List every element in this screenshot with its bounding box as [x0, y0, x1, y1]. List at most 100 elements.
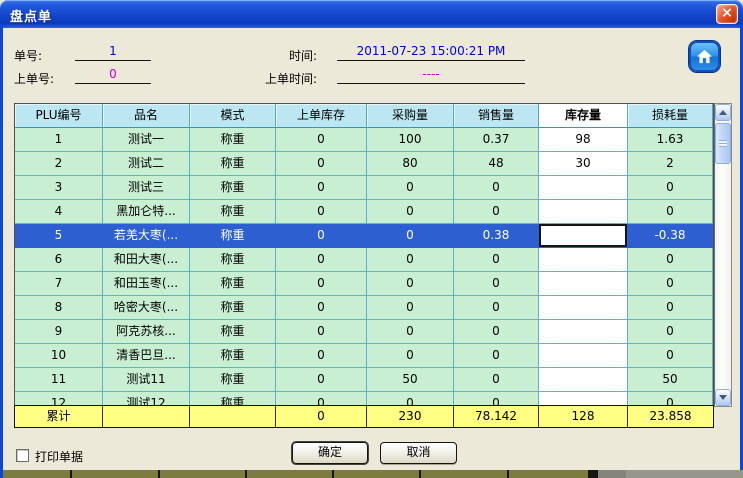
- table-cell[interactable]: 0: [454, 368, 539, 392]
- print-receipt-checkbox[interactable]: [16, 449, 29, 462]
- table-cell[interactable]: 0: [367, 320, 454, 344]
- table-cell[interactable]: 0: [628, 248, 713, 272]
- table-cell[interactable]: 4: [15, 200, 103, 224]
- table-cell[interactable]: 0: [628, 320, 713, 344]
- table-cell[interactable]: 0: [276, 272, 367, 296]
- table-cell[interactable]: [539, 296, 628, 320]
- column-header-1[interactable]: PLU编号: [15, 104, 103, 128]
- table-cell[interactable]: 0: [367, 224, 454, 248]
- table-cell[interactable]: 0: [276, 248, 367, 272]
- column-header-2[interactable]: 品名: [103, 104, 190, 128]
- table-cell[interactable]: [539, 272, 628, 296]
- table-cell[interactable]: 0: [454, 248, 539, 272]
- close-button[interactable]: ×: [716, 4, 738, 24]
- table-cell[interactable]: 9: [15, 320, 103, 344]
- cancel-button[interactable]: 取消: [380, 442, 457, 464]
- table-cell[interactable]: 30: [539, 152, 628, 176]
- table-row-11[interactable]: 11测试11称重050050: [15, 368, 713, 392]
- prev-order-no-field[interactable]: 0: [75, 66, 151, 84]
- table-cell[interactable]: 0.37: [454, 128, 539, 152]
- table-cell[interactable]: 11: [15, 368, 103, 392]
- table-cell[interactable]: 0: [454, 296, 539, 320]
- table-cell[interactable]: 0: [628, 176, 713, 200]
- table-cell[interactable]: 称重: [190, 368, 276, 392]
- table-cell[interactable]: 2: [628, 152, 713, 176]
- table-cell[interactable]: [539, 344, 628, 368]
- prev-time-field[interactable]: ----: [337, 66, 525, 84]
- table-cell[interactable]: 100: [367, 128, 454, 152]
- table-cell[interactable]: 0: [276, 224, 367, 248]
- table-cell[interactable]: 0: [628, 272, 713, 296]
- column-header-8[interactable]: 损耗量: [628, 104, 713, 128]
- table-cell[interactable]: 0: [367, 248, 454, 272]
- table-cell[interactable]: 0: [628, 344, 713, 368]
- table-scrollbar[interactable]: [714, 103, 732, 407]
- table-cell[interactable]: [539, 248, 628, 272]
- table-cell[interactable]: 测试11: [103, 368, 190, 392]
- table-cell[interactable]: 0: [454, 320, 539, 344]
- table-cell[interactable]: 0: [276, 200, 367, 224]
- table-row-8[interactable]: 8哈密大枣(...称重0000: [15, 296, 713, 320]
- column-header-4[interactable]: 上单库存: [276, 104, 367, 128]
- scroll-down-button[interactable]: [715, 389, 731, 406]
- table-cell[interactable]: 0: [454, 176, 539, 200]
- table-cell[interactable]: 哈密大枣(...: [103, 296, 190, 320]
- table-cell[interactable]: 1: [15, 128, 103, 152]
- table-cell[interactable]: 50: [628, 368, 713, 392]
- column-header-6[interactable]: 销售量: [454, 104, 539, 128]
- time-field[interactable]: 2011-07-23 15:00:21 PM: [337, 43, 525, 61]
- table-cell[interactable]: 0: [276, 344, 367, 368]
- table-cell[interactable]: 称重: [190, 176, 276, 200]
- order-no-field[interactable]: 1: [75, 43, 151, 61]
- table-cell[interactable]: 5: [15, 224, 103, 248]
- table-cell[interactable]: 98: [539, 128, 628, 152]
- table-cell[interactable]: 3: [15, 176, 103, 200]
- table-cell[interactable]: 2: [15, 152, 103, 176]
- scroll-up-button[interactable]: [715, 104, 731, 121]
- table-cell[interactable]: 阿克苏核...: [103, 320, 190, 344]
- table-cell[interactable]: 0.38: [454, 224, 539, 248]
- table-cell[interactable]: 6: [15, 248, 103, 272]
- table-row-9[interactable]: 9阿克苏核...称重0000: [15, 320, 713, 344]
- column-header-3[interactable]: 模式: [190, 104, 276, 128]
- table-cell[interactable]: 48: [454, 152, 539, 176]
- table-row-4[interactable]: 4黑加仑特...称重0000: [15, 200, 713, 224]
- table-cell[interactable]: 0: [367, 176, 454, 200]
- table-cell[interactable]: 0: [628, 296, 713, 320]
- table-cell[interactable]: 称重: [190, 272, 276, 296]
- table-cell[interactable]: 测试三: [103, 176, 190, 200]
- table-row-7[interactable]: 7和田玉枣(...称重0000: [15, 272, 713, 296]
- titlebar[interactable]: 盘点单 ×: [0, 0, 743, 28]
- table-cell[interactable]: 0: [454, 200, 539, 224]
- table-cell[interactable]: 和田大枣(...: [103, 248, 190, 272]
- table-cell[interactable]: [539, 200, 628, 224]
- table-cell[interactable]: 称重: [190, 152, 276, 176]
- table-cell[interactable]: 称重: [190, 296, 276, 320]
- table-cell[interactable]: 黑加仑特...: [103, 200, 190, 224]
- table-cell[interactable]: 80: [367, 152, 454, 176]
- table-cell[interactable]: 0: [367, 344, 454, 368]
- scrollbar-thumb[interactable]: [715, 123, 731, 164]
- table-cell[interactable]: -0.38: [628, 224, 713, 248]
- table-cell[interactable]: 测试二: [103, 152, 190, 176]
- table-cell[interactable]: 称重: [190, 200, 276, 224]
- table-cell[interactable]: 1.63: [628, 128, 713, 152]
- table-row-1[interactable]: 1测试一称重01000.37981.63: [15, 128, 713, 152]
- table-cell[interactable]: 0: [276, 368, 367, 392]
- table-cell[interactable]: 0: [628, 200, 713, 224]
- table-cell[interactable]: 0: [276, 320, 367, 344]
- home-button[interactable]: [689, 41, 720, 72]
- table-cell[interactable]: 0: [454, 272, 539, 296]
- table-cell[interactable]: 50: [367, 368, 454, 392]
- table-cell[interactable]: 称重: [190, 344, 276, 368]
- table-cell[interactable]: 0: [367, 296, 454, 320]
- table-cell[interactable]: 称重: [190, 248, 276, 272]
- table-cell[interactable]: 0: [367, 272, 454, 296]
- ok-button[interactable]: 确定: [292, 442, 368, 464]
- table-row-5[interactable]: 5若羌大枣(...称重000.38-0.38: [15, 224, 713, 248]
- table-cell[interactable]: [539, 368, 628, 392]
- table-cell[interactable]: 测试一: [103, 128, 190, 152]
- table-cell[interactable]: 8: [15, 296, 103, 320]
- table-cell[interactable]: 清香巴旦...: [103, 344, 190, 368]
- column-header-7[interactable]: 库存量: [539, 104, 628, 128]
